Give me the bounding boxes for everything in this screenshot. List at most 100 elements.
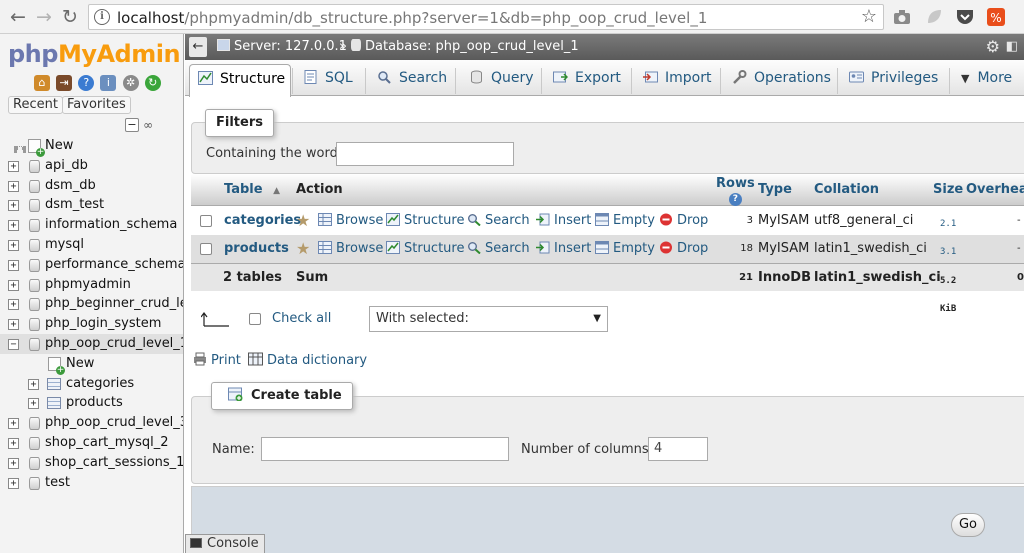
tree-item-phpmyadmin[interactable]: + phpmyadmin <box>0 275 183 295</box>
tab-operations[interactable]: Operations <box>732 64 831 96</box>
tab-export[interactable]: Export <box>553 64 621 96</box>
tree-item-shop-cart-sessions-1[interactable]: + shop_cart_sessions_1 <box>0 453 183 473</box>
collapse-all-icon[interactable]: − <box>125 118 139 132</box>
data-dictionary-link[interactable]: Data dictionary <box>248 352 367 368</box>
tab-more[interactable]: ▼ More <box>961 64 1012 96</box>
documentation-icon[interactable]: i <box>100 75 117 91</box>
tree-item-performance-schema[interactable]: + performance_schema <box>0 255 183 275</box>
expand-icon[interactable]: + <box>8 457 19 469</box>
tree-item-categories[interactable]: + categories <box>0 374 183 394</box>
tree-item-test[interactable]: + test <box>0 473 183 493</box>
tab-search[interactable]: Search <box>377 64 447 96</box>
expand-icon[interactable]: + <box>8 279 19 291</box>
filter-word-input[interactable] <box>336 142 514 166</box>
expand-icon[interactable]: + <box>8 438 19 449</box>
url-text[interactable]: localhost/phpmyadmin/db_structure.php?se… <box>117 9 707 27</box>
header-rows[interactable]: Rows? <box>716 177 755 206</box>
database-breadcrumb[interactable]: Database: php_oop_crud_level_1 <box>351 34 579 60</box>
expand-icon[interactable]: + <box>8 477 19 489</box>
tree-item-shop-cart-mysql-2[interactable]: + shop_cart_mysql_2 <box>0 433 183 453</box>
favorites-button[interactable]: Favorites <box>62 96 131 114</box>
tree-item-new[interactable]: New <box>0 354 183 375</box>
row-checkbox[interactable] <box>200 215 212 227</box>
header-type[interactable]: Type <box>758 174 792 206</box>
link-with-main-icon[interactable]: ∞ <box>143 118 157 132</box>
favorite-star-icon[interactable]: ★ <box>296 207 310 235</box>
header-table[interactable]: Table ▲ <box>224 174 280 207</box>
search-action[interactable]: Search <box>467 207 530 235</box>
refresh-icon[interactable]: ↻ <box>144 75 161 91</box>
go-button[interactable]: Go <box>951 513 985 537</box>
tree-item-mysql[interactable]: + mysql <box>0 235 183 255</box>
expand-icon[interactable]: + <box>8 220 19 232</box>
tree-item-information-schema[interactable]: + information_schema <box>0 215 183 235</box>
header-size[interactable]: Size <box>933 174 963 206</box>
expand-icon[interactable]: + <box>8 180 19 192</box>
help-icon[interactable]: ? <box>78 75 95 91</box>
console-toggle[interactable]: Console <box>185 534 265 553</box>
back-icon[interactable]: ← <box>6 5 30 29</box>
browse-action[interactable]: Browse <box>318 207 383 235</box>
camera-icon[interactable] <box>892 7 912 27</box>
percent-extension-icon[interactable]: % <box>986 7 1006 27</box>
server-breadcrumb[interactable]: Server: 127.0.0.1 <box>217 34 347 60</box>
expand-icon[interactable]: + <box>8 319 19 331</box>
settings-gear-icon[interactable]: ⚙ <box>986 34 1000 60</box>
columns-count-input[interactable]: 4 <box>648 437 708 461</box>
expand-icon[interactable]: + <box>28 378 39 390</box>
empty-action[interactable]: Empty <box>595 207 655 235</box>
with-selected-dropdown[interactable]: With selected: ▼ <box>369 306 608 332</box>
maximize-icon[interactable]: ◧ <box>1006 34 1018 60</box>
tab-query[interactable]: Query <box>469 64 534 96</box>
home-icon[interactable]: ⌂ <box>34 75 50 91</box>
tab-structure[interactable]: Structure <box>189 64 291 97</box>
forward-icon[interactable]: → <box>32 5 56 29</box>
row-checkbox[interactable] <box>200 243 212 255</box>
tab-privileges[interactable]: Privileges <box>849 64 938 96</box>
expand-icon[interactable]: + <box>8 240 19 251</box>
collapse-nav-arrow-icon[interactable]: ← <box>189 37 207 57</box>
check-all-checkbox[interactable] <box>249 313 261 325</box>
search-action[interactable]: Search <box>467 235 530 263</box>
tree-item-products[interactable]: + products <box>0 393 183 413</box>
tab-sql[interactable]: SQL <box>303 64 353 96</box>
bookmark-star-icon[interactable]: ☆ <box>861 6 877 27</box>
reload-icon[interactable]: ↻ <box>58 5 82 29</box>
tab-import[interactable]: Import <box>643 64 711 96</box>
tree-item-php-oop-crud-level-3[interactable]: + php_oop_crud_level_3 <box>0 413 183 433</box>
structure-action[interactable]: Structure <box>386 235 464 263</box>
table-name-link[interactable]: categories <box>224 207 301 235</box>
tree-item-dsm-db[interactable]: + dsm_db <box>0 176 183 196</box>
help-icon[interactable]: ? <box>728 193 742 206</box>
drop-action[interactable]: Drop <box>659 207 708 235</box>
tree-item-php-oop-crud-level-1[interactable]: − php_oop_crud_level_1 <box>0 334 183 354</box>
insert-action[interactable]: Insert <box>536 235 591 263</box>
check-all-label[interactable]: Check all <box>272 311 331 326</box>
tree-item-new[interactable]: New <box>0 136 183 157</box>
structure-action[interactable]: Structure <box>386 207 464 235</box>
pocket-icon[interactable] <box>955 7 975 27</box>
leaf-icon[interactable] <box>924 7 944 27</box>
logout-icon[interactable]: ⇥ <box>56 75 73 91</box>
favorite-star-icon[interactable]: ★ <box>296 235 310 263</box>
info-icon[interactable]: i <box>94 9 110 25</box>
browse-action[interactable]: Browse <box>318 235 383 263</box>
tree-item-php-login-system[interactable]: + php_login_system <box>0 314 183 334</box>
tree-item-dsm-test[interactable]: + dsm_test <box>0 195 183 215</box>
expand-icon[interactable]: + <box>28 398 39 410</box>
drop-action[interactable]: Drop <box>659 235 708 263</box>
header-collation[interactable]: Collation <box>814 174 879 206</box>
settings-gear-icon[interactable]: ✲ <box>122 75 139 91</box>
expand-icon[interactable]: + <box>8 160 19 172</box>
expand-icon[interactable]: + <box>8 418 19 430</box>
empty-action[interactable]: Empty <box>595 235 655 263</box>
header-overhead[interactable]: Overhead <box>966 174 1024 206</box>
table-name-link[interactable]: products <box>224 235 289 263</box>
expand-icon[interactable]: + <box>8 200 19 212</box>
table-name-input[interactable] <box>261 437 509 461</box>
tree-item-php-beginner-crud-lev[interactable]: + php_beginner_crud_lev <box>0 294 183 314</box>
insert-action[interactable]: Insert <box>536 207 591 235</box>
tree-item-api-db[interactable]: + api_db <box>0 156 183 176</box>
phpmyadmin-logo[interactable]: phpMyAdmin <box>8 40 181 68</box>
collapse-icon[interactable]: − <box>8 339 19 350</box>
